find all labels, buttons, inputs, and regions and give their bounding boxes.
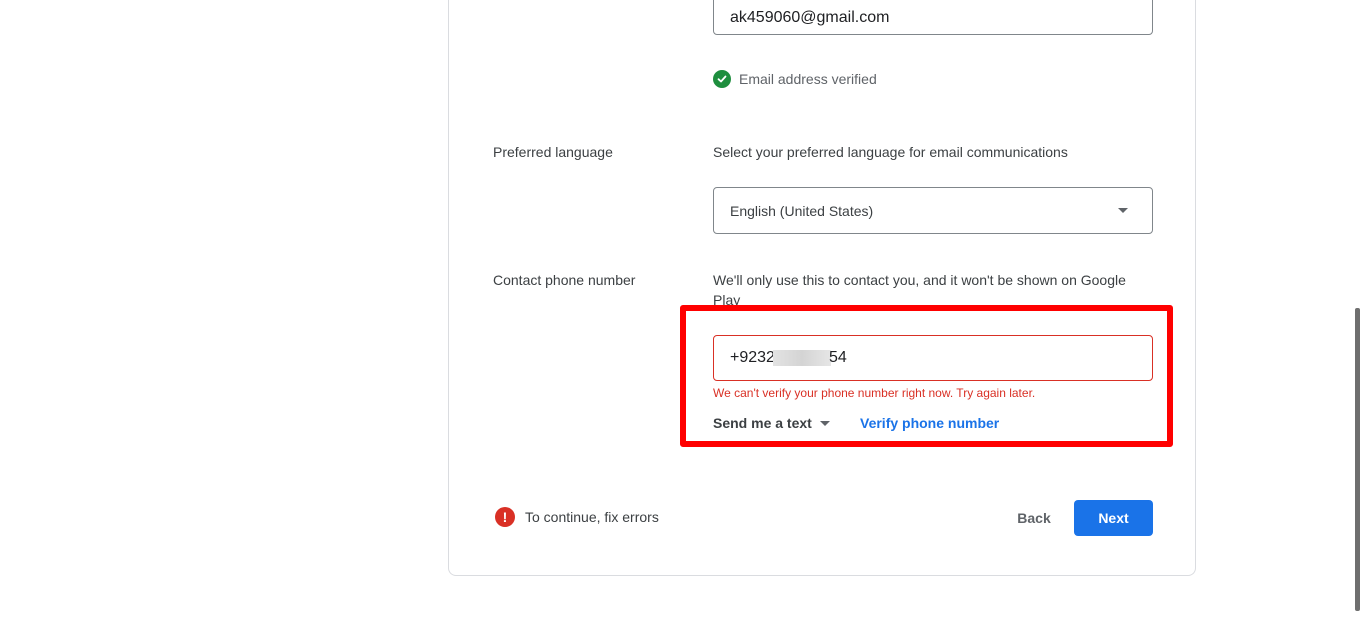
- redacted-digits: [772, 350, 831, 366]
- preferred-language-label: Preferred language: [493, 144, 613, 160]
- phone-value-suffix: 54: [828, 349, 847, 366]
- next-button[interactable]: Next: [1074, 500, 1153, 536]
- chevron-down-icon: [1118, 208, 1128, 213]
- email-value: ak459060@gmail.com: [730, 8, 890, 26]
- back-button[interactable]: Back: [1008, 500, 1060, 536]
- email-field[interactable]: ak459060@gmail.com: [713, 0, 1153, 35]
- send-method-label: Send me a text: [713, 415, 812, 431]
- language-selected-value: English (United States): [730, 202, 874, 219]
- send-method-dropdown[interactable]: Send me a text: [713, 415, 830, 431]
- error-summary: ! To continue, fix errors: [495, 507, 659, 527]
- contact-phone-label: Contact phone number: [493, 272, 636, 288]
- preferred-language-description: Select your preferred language for email…: [713, 144, 1068, 160]
- error-summary-text: To continue, fix errors: [525, 509, 659, 525]
- check-circle-icon: [713, 70, 731, 88]
- chevron-down-icon: [819, 420, 830, 426]
- email-verified-status: Email address verified: [713, 70, 877, 88]
- email-verified-text: Email address verified: [739, 71, 877, 87]
- phone-number-input[interactable]: +9232 54: [713, 335, 1153, 381]
- error-icon: !: [495, 507, 515, 527]
- phone-value-prefix: +9232: [730, 349, 775, 366]
- contact-phone-description: We'll only use this to contact you, and …: [713, 272, 1126, 308]
- language-select[interactable]: English (United States): [713, 187, 1153, 234]
- page: ak459060@gmail.com Email address verifie…: [0, 0, 1366, 633]
- verify-phone-button[interactable]: Verify phone number: [860, 415, 999, 431]
- page-scrollbar[interactable]: [1355, 308, 1360, 611]
- phone-error-message: We can't verify your phone number right …: [713, 386, 1036, 400]
